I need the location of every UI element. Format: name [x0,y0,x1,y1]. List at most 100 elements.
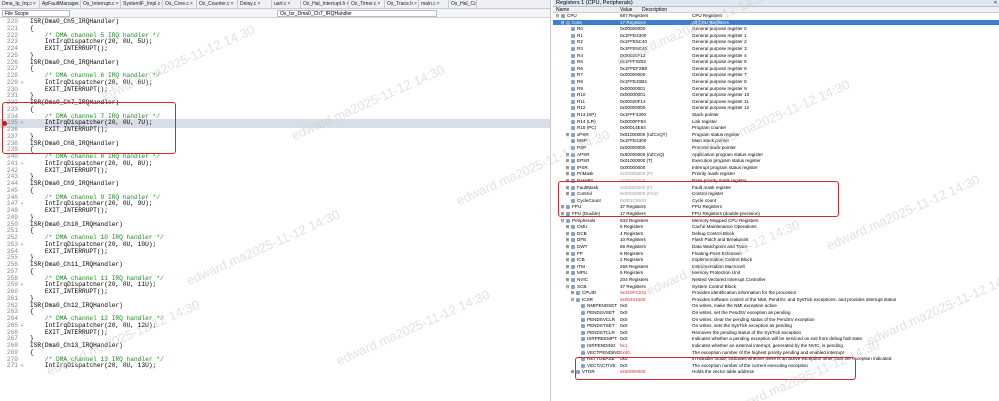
register-value[interactable]: 0x00000001 [620,92,692,98]
register-row[interactable]: R11 0x00020F12 General purpose register 11 [553,99,999,105]
register-value[interactable]: 0x1FFE5C40 [620,39,692,45]
register-value[interactable]: 0x1FFF4300 [620,112,692,118]
register-row[interactable]: R7 0x00000000 General purpose register 7 [553,72,999,78]
expand-toggle-icon[interactable]: ⊟ [555,13,560,19]
register-value[interactable]: 0x1FFE4300 [620,33,692,39]
register-row[interactable]: VECTPENDING 0x40 The exception number of t… [553,350,999,356]
register-value[interactable]: 204 Registers [620,277,692,283]
expand-toggle-icon[interactable]: ⊞ [560,204,565,210]
register-value[interactable]: 4 Registers [620,231,692,237]
register-row[interactable]: ⊞ DWT 56 Registers Data Watchpoint and Trac… [553,244,999,250]
expand-toggle-icon[interactable]: ⊞ [570,290,575,296]
register-value[interactable]: 0x001C8920 [620,198,692,204]
tab-close-icon[interactable]: × [116,1,119,7]
register-row[interactable]: ⊞ xPSR 0x61000000 (nZCvQT) Program status r… [553,132,999,138]
expand-toggle-icon[interactable]: ⊞ [565,244,570,250]
register-value[interactable]: 0x00000000 [620,26,692,32]
register-row[interactable]: R9 0x00000001 General purpose register 9 [553,86,999,92]
tab-12[interactable]: Os_Hal_Co× [449,0,477,8]
register-row[interactable]: R10 0x00000001 General purpose register 10 [553,92,999,98]
tab-close-icon[interactable]: × [190,1,193,7]
register-value[interactable]: 0x1FFE5C40 [620,46,692,52]
register-value[interactable]: 0x00014E64 [620,125,692,131]
register-value[interactable]: 17 Registers [620,211,692,217]
register-value[interactable]: 0x00401000 [620,297,692,303]
expand-toggle-icon[interactable]: ⊞ [565,185,570,191]
code-line[interactable]: 271 + IntIrqDispatcher(20, 0U, 13U); [0,362,550,371]
register-value[interactable]: 0x00000000 [620,145,692,151]
tab-close-icon[interactable]: × [377,1,380,7]
tab-10[interactable]: Os_Trace.h× [385,0,419,8]
register-row[interactable]: ⊞ EPSR 0x01000000 (T) Execution program sta… [553,158,999,164]
register-value[interactable]: 687 Registers [620,13,692,19]
expand-toggle-icon[interactable]: ⊞ [565,257,570,263]
register-row[interactable]: PENDSVCLR 0x0 On writes, clear the pending… [553,317,999,323]
expand-toggle-icon[interactable]: ⊞ [565,224,570,230]
register-value[interactable]: 0x0 [620,330,692,336]
register-value[interactable]: 0x1FFF0202 [620,59,692,65]
register-row[interactable]: ⊞ DFB 10 Registers Flash Patch and Breakpoi… [553,237,999,243]
register-value[interactable]: 17 Registers [620,20,692,26]
tab-8[interactable]: Os_Hal_Interrupt.h× [301,0,349,8]
register-value[interactable]: 266 Registers [620,264,692,270]
register-row[interactable]: ⊞ CPUID 0x410FC241 Provides identification … [553,290,999,296]
register-value[interactable]: 0x1 [620,343,692,349]
register-row[interactable]: ⊞ FPU 37 Registers FPU Registers [553,204,999,210]
register-value[interactable]: 2 Registers [620,257,692,263]
register-row[interactable]: ⊞ APSR 0x60000000 (nZCvQ) Application progr… [553,152,999,158]
tab-4[interactable]: Os_Core.c× [163,0,197,8]
tab-7[interactable]: uart.c× [272,0,301,8]
register-row[interactable]: ⊞ Control 0x00000000 (Fmz) Control register [553,191,999,197]
tab-close-icon[interactable]: × [288,1,291,7]
expand-toggle-icon[interactable]: ⊞ [565,178,570,184]
register-row[interactable]: ⊞ IPSR 0x00000000 Interrupt program status … [553,165,999,171]
tab-close-icon[interactable]: × [414,1,417,7]
code-area[interactable]: 220 ISR(Dma0_Ch5_IRQHandler) 221{222 /* DM… [0,18,550,401]
register-row[interactable]: ⊞ NVIC 204 Registers Nested Vectored Interr… [553,277,999,283]
register-value[interactable]: 0x00000001 [620,86,692,92]
expand-toggle-icon[interactable]: ⊞ [565,251,570,257]
expand-toggle-icon[interactable]: ⊞ [565,171,570,177]
tab-11[interactable]: main.c× [419,0,449,8]
register-value[interactable]: 0x01000000 (T) [620,158,692,164]
register-row[interactable]: ⊞ ITM 266 Registers Instrumentation Macroce… [553,264,999,270]
expand-toggle-icon[interactable]: ⊞ [565,264,570,270]
register-row[interactable]: NMIPENDSET 0x0 On writes, make the NMI exc… [553,303,999,309]
register-row[interactable]: ⊞ FP 6 Registers Floating-Point Extension [553,251,999,257]
register-value[interactable]: 0x1FFE4300 [620,138,692,144]
tab-close-icon[interactable]: × [33,1,36,7]
register-row[interactable]: ISRPREEMPT 0x0 Indicates whether a pending… [553,336,999,342]
register-value[interactable]: 37 Registers [620,204,692,210]
register-row[interactable]: R14 (LR) 0x0000FF93 Link register [553,119,999,125]
register-row[interactable]: ⊞ DCB 4 Registers Debug Control Block [553,231,999,237]
register-row[interactable]: R3 0x1FFE5C40 General purpose register 3 [553,46,999,52]
register-row[interactable]: R13 (SP) 0x1FFF4300 Stack pointer [553,112,999,118]
tab-3[interactable]: SystemIF_Impl.c× [121,0,163,8]
expand-toggle-icon[interactable]: ⊞ [565,191,570,197]
register-value[interactable]: 0x0 [620,356,692,362]
register-row[interactable]: ⊞ CMU 5 Registers Cache Maintenance Operati… [553,224,999,230]
register-value[interactable]: 0x0 [620,303,692,309]
tab-6[interactable]: Delay.c× [238,0,272,8]
expand-toggle-icon[interactable]: ⊞ [565,277,570,283]
symbol-dropdown[interactable]: Os_Isr_Dma0_Ch7_IRQHandler [277,10,437,17]
register-row[interactable]: ISRPENDING 0x1 Indicates whether an extern… [553,343,999,349]
register-value[interactable]: 10 Registers [620,237,692,243]
register-row[interactable]: ⊞ BasePri 0x00000000 Base priority mask reg… [553,178,999,184]
register-row[interactable]: RETTOBASE 0x0 In Handler mode, indicates w… [553,356,999,362]
register-row[interactable]: R5 0x1FFF0202 General purpose register 5 [553,59,999,65]
expand-toggle-icon[interactable]: ⊞ [565,237,570,243]
tab-0[interactable]: Dma_Ip_Irq.c× [0,0,40,8]
register-row[interactable]: ⊟ Peripherals 633 Registers Memory-Mapped C… [553,218,999,224]
tab-2[interactable]: Os_Interrupt.c× [81,0,121,8]
register-row[interactable]: ⊟ CPU 687 Registers CPU Registers [553,13,999,19]
register-row[interactable]: ⊞ MPU 5 Registers Memory Protection Unit [553,270,999,276]
register-row[interactable]: VECTACTIVE 0x0 The exception number of the… [553,363,999,369]
register-value[interactable]: 5 Registers [620,224,692,230]
register-row[interactable]: R8 0x1FFE40B4 General purpose register 8 [553,79,999,85]
expand-toggle-icon[interactable]: ⊞ [565,231,570,237]
register-value[interactable]: 0x410FC241 [620,290,692,296]
register-row[interactable]: ⊞ VTOR 0x00000000 Holds the vector table ad… [553,369,999,375]
register-value[interactable]: 0x00000000 [620,369,692,375]
register-row[interactable]: ⊞ PriMask 0x00000000 (P) Priority mask regi… [553,171,999,177]
